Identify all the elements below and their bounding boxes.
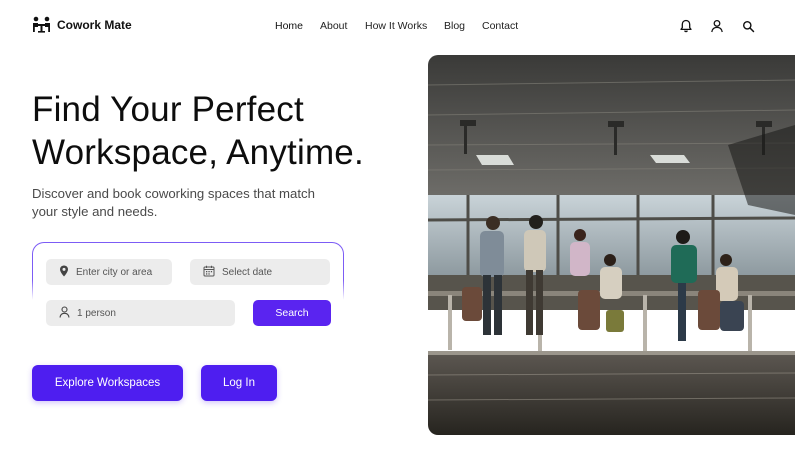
nav-blog[interactable]: Blog — [444, 20, 465, 32]
hero-headline: Find Your Perfect Workspace, Anytime. — [32, 88, 422, 174]
landing-page: Cowork Mate Home About How It Works Blog… — [0, 0, 795, 455]
login-button[interactable]: Log In — [201, 365, 277, 401]
headline-line-2: Workspace, Anytime. — [32, 133, 364, 172]
hero-subtext: Discover and book coworking spaces that … — [32, 186, 315, 219]
people-at-table-icon — [32, 16, 51, 33]
date-input[interactable] — [222, 266, 330, 278]
nav-about[interactable]: About — [320, 20, 347, 32]
nav-how-it-works[interactable]: How It Works — [365, 20, 427, 32]
headline-line-1: Find Your Perfect — [32, 90, 304, 129]
location-pin-icon — [59, 265, 69, 280]
guests-value: 1 person — [77, 307, 116, 319]
explore-workspaces-button[interactable]: Explore Workspaces — [32, 365, 183, 401]
guests-field[interactable]: 1 person — [46, 300, 235, 326]
brand-logo[interactable]: Cowork Mate — [32, 16, 132, 33]
date-field[interactable] — [190, 259, 330, 285]
search-icon[interactable] — [740, 18, 756, 34]
nav-home[interactable]: Home — [275, 20, 303, 32]
person-icon — [59, 305, 70, 321]
calendar-icon — [203, 265, 215, 280]
search-button[interactable]: Search — [253, 300, 331, 326]
brand-name: Cowork Mate — [57, 17, 132, 32]
bell-icon[interactable] — [678, 18, 694, 34]
user-icon[interactable] — [709, 18, 725, 34]
location-field[interactable] — [46, 259, 172, 285]
hero-image — [428, 55, 795, 435]
nav-contact[interactable]: Contact — [482, 20, 518, 32]
location-input[interactable] — [76, 266, 172, 278]
